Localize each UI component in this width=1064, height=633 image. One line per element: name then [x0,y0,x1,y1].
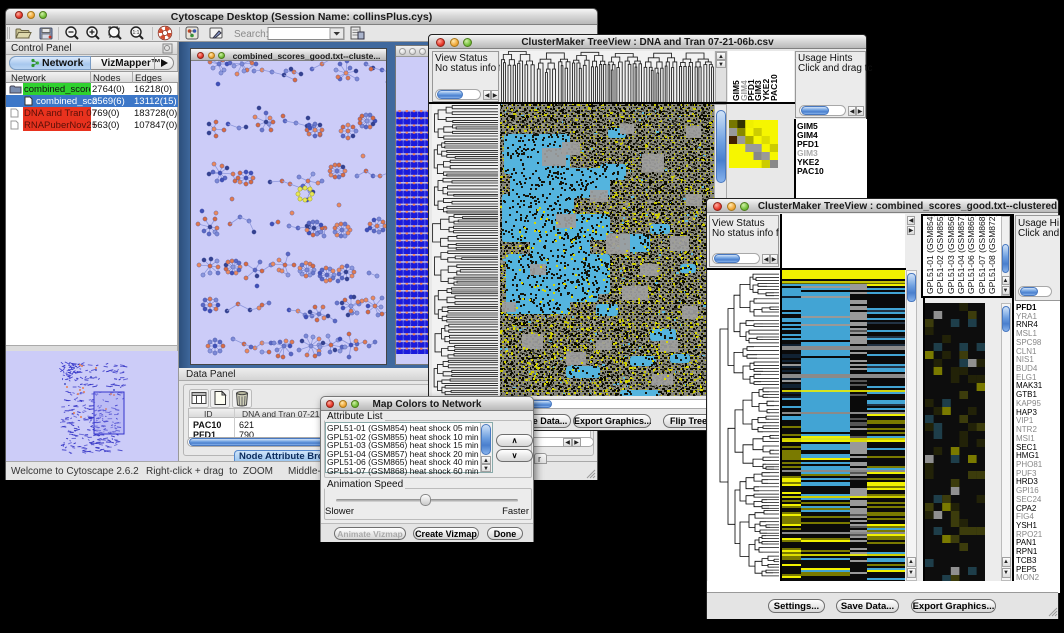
svg-text:1:1: 1:1 [133,30,140,36]
svg-text:Search:: Search: [234,29,268,40]
